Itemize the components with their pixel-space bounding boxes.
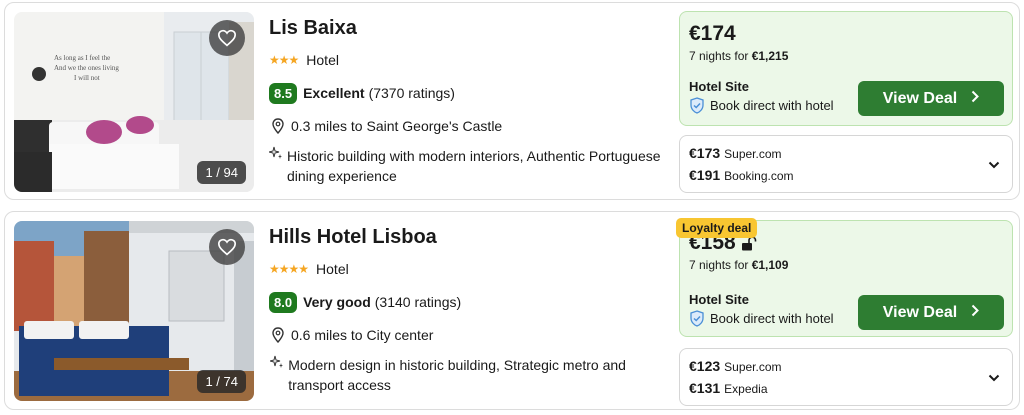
book-direct-label: Book direct with hotel <box>710 311 834 326</box>
pin-icon <box>269 118 287 134</box>
sparkle-icon <box>269 355 284 369</box>
hotel-type: Hotel <box>316 261 349 277</box>
offer-provider: Expedia <box>724 382 768 396</box>
star-rating: ★★★★ <box>269 262 309 276</box>
book-direct-note: Book direct with hotel <box>689 310 834 327</box>
book-direct-label: Book direct with hotel <box>710 98 834 113</box>
pin-icon <box>269 327 287 343</box>
svg-text:As long as I feel the: As long as I feel the <box>54 54 110 62</box>
deal-provider: Hotel Site <box>689 79 749 94</box>
favorite-button[interactable] <box>209 229 245 265</box>
heart-icon <box>217 29 237 47</box>
sparkle-icon <box>269 146 283 160</box>
hotel-photo[interactable]: 1 / 74 <box>14 221 254 401</box>
hotel-card-hills-hotel-lisboa[interactable]: 1 / 74 Hills Hotel Lisboa ★★★★ Hotel 8.0… <box>4 211 1020 410</box>
features-text: Modern design in historic building, Stra… <box>288 357 626 393</box>
rating-count: (7370 ratings) <box>368 85 455 101</box>
deal-provider: Hotel Site <box>689 292 749 307</box>
favorite-button[interactable] <box>209 20 245 56</box>
hotel-name[interactable]: Hills Hotel Lisboa <box>269 222 664 252</box>
hotel-card-lis-baixa[interactable]: As long as I feel the And we the ones li… <box>4 2 1020 200</box>
hotel-type: Hotel <box>306 52 339 68</box>
chevron-down-icon[interactable] <box>988 369 1000 387</box>
hotel-photo[interactable]: As long as I feel the And we the ones li… <box>14 12 254 192</box>
offer-provider: Booking.com <box>724 169 794 183</box>
heart-icon <box>217 238 237 256</box>
chevron-right-icon <box>971 304 980 322</box>
shield-check-icon <box>689 97 705 114</box>
review-score-badge: 8.5 <box>269 82 298 104</box>
offer-price: €131 <box>689 380 721 396</box>
offer-price: €123 <box>689 358 721 374</box>
hotel-name[interactable]: Lis Baixa <box>269 13 664 43</box>
offer-provider: Super.com <box>724 147 782 161</box>
rating-count: (3140 ratings) <box>374 294 462 310</box>
total-nights-price: 7 nights for €1,215 <box>689 49 789 63</box>
offer-price: €191 <box>689 167 721 183</box>
other-offer[interactable]: €173 Super.com <box>689 145 782 161</box>
distance-text: 0.6 miles to City center <box>291 327 434 343</box>
photo-counter: 1 / 74 <box>197 370 246 393</box>
chevron-right-icon <box>971 90 980 108</box>
svg-text:I will not: I will not <box>74 74 100 82</box>
view-deal-label: View Deal <box>882 303 958 321</box>
shield-check-icon <box>689 310 705 327</box>
main-deal-box[interactable]: €174 7 nights for €1,215 Hotel Site Book… <box>679 11 1013 126</box>
svg-text:And we the ones living: And we the ones living <box>54 64 119 72</box>
deal-price: €174 <box>689 22 736 45</box>
book-direct-note: Book direct with hotel <box>689 97 834 114</box>
other-offer[interactable]: €131 Expedia <box>689 380 768 396</box>
rating-word: Very good <box>303 294 371 310</box>
view-deal-button[interactable]: View Deal <box>858 295 1004 330</box>
review-score-badge: 8.0 <box>269 291 298 313</box>
features-text: Historic building with modern interiors,… <box>287 148 661 184</box>
view-deal-button[interactable]: View Deal <box>858 81 1004 116</box>
loyalty-deal-badge: Loyalty deal <box>676 218 758 238</box>
distance-text: 0.3 miles to Saint George's Castle <box>291 118 503 134</box>
total-nights-price: 7 nights for €1,109 <box>689 258 789 272</box>
other-offer[interactable]: €123 Super.com <box>689 358 782 374</box>
offer-provider: Super.com <box>724 360 782 374</box>
other-offer[interactable]: €191 Booking.com <box>689 167 794 183</box>
star-rating: ★★★ <box>269 53 299 67</box>
other-offers-dropdown[interactable]: €123 Super.com €131 Expedia <box>679 348 1013 406</box>
rating-word: Excellent <box>303 85 365 101</box>
other-offers-dropdown[interactable]: €173 Super.com €191 Booking.com <box>679 135 1013 193</box>
view-deal-label: View Deal <box>882 89 958 107</box>
photo-counter: 1 / 94 <box>197 161 246 184</box>
chevron-down-icon[interactable] <box>988 156 1000 174</box>
offer-price: €173 <box>689 145 721 161</box>
